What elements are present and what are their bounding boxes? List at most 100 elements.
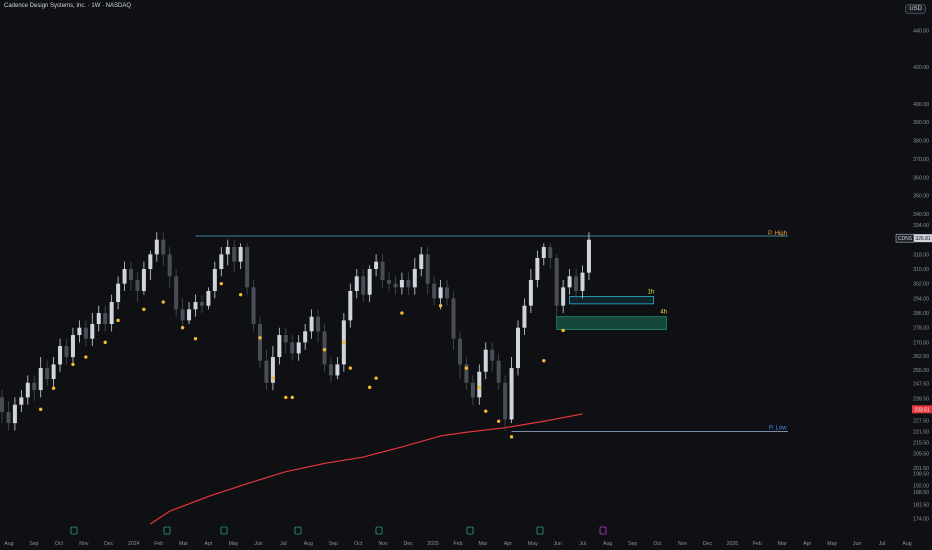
swing-low-marker (374, 376, 378, 380)
candle-body (567, 276, 572, 288)
price-tick-label: 420.00 (913, 65, 929, 71)
price-tag-value: 326.81 (915, 236, 931, 242)
time-tick-label: Aug (603, 541, 612, 547)
swing-low-marker (116, 318, 120, 323)
candle-body (490, 349, 495, 361)
price-tick-label: 318.00 (913, 252, 929, 258)
candle-body (103, 313, 108, 325)
swing-low-marker (71, 362, 75, 367)
chart-background (0, 0, 932, 550)
swing-low-marker (84, 355, 88, 359)
swing-low-marker (161, 300, 165, 304)
fvg-zone-label-4h: 4h (660, 310, 667, 316)
candle-body (322, 331, 327, 365)
candle-body (193, 302, 198, 310)
candle-body (393, 283, 398, 288)
time-tick-label: Feb (454, 541, 463, 547)
candle-body (290, 342, 295, 354)
price-tick-label: 255.00 (913, 368, 929, 374)
candle-body (199, 302, 204, 306)
swing-low-marker (271, 376, 275, 380)
time-tick-label: Jul (579, 541, 586, 547)
time-tick-label: Sep (329, 541, 338, 547)
swing-low-marker (180, 326, 185, 330)
time-tick-label: Jun (254, 541, 262, 547)
time-tick-label: 2026 (727, 541, 739, 547)
swing-low-marker (342, 340, 346, 345)
time-tick-label: Jul (280, 541, 287, 547)
candle-body (554, 257, 559, 306)
fvg-zone-4h (556, 316, 667, 330)
time-tick-label: Feb (753, 541, 762, 547)
price-tick-label: 227.50 (913, 418, 929, 424)
price-tick-label: 350.00 (913, 194, 929, 200)
candle-body (38, 368, 43, 391)
candle-body (528, 280, 533, 306)
candle-body (232, 246, 237, 262)
time-tick-label: Apr (504, 541, 512, 547)
candle-body (309, 316, 314, 332)
time-tick-label: 2025 (427, 541, 439, 547)
time-tick-label: Feb (154, 541, 163, 547)
swing-low-marker (348, 366, 352, 370)
candle-body (296, 342, 301, 354)
candle-body (238, 246, 243, 262)
candle-body (451, 298, 456, 339)
candle-body (77, 327, 82, 336)
candle-body (0, 397, 4, 413)
candle-body (445, 287, 450, 299)
candle-body (483, 349, 488, 372)
candle-body (432, 283, 437, 299)
candle-body (586, 239, 591, 273)
candle-body (116, 283, 121, 303)
candle-body (32, 382, 37, 391)
price-tag-symbol: CDNS (898, 236, 913, 242)
swing-low-marker (219, 281, 223, 286)
swing-low-marker (464, 366, 469, 370)
price-chart[interactable]: P. High P. Low 1h 4h 174.00 181.50 188.50192… (0, 0, 932, 550)
candle-body (70, 335, 75, 358)
price-tick-label: 270.00 (913, 340, 929, 346)
price-tick-label: 198.50 (913, 472, 929, 478)
candle-body (64, 346, 69, 358)
price-tick-label: 201.50 (913, 466, 929, 472)
candle-body (6, 412, 11, 424)
time-tick-label: Apr (205, 541, 213, 547)
swing-low-marker (561, 328, 565, 333)
swing-low-marker (290, 395, 294, 400)
candle-body (574, 276, 579, 292)
candle-body (548, 246, 553, 258)
candle-body (25, 382, 30, 398)
time-tick-label: 2024 (128, 541, 140, 547)
candle-body (561, 287, 566, 306)
candle-body (129, 269, 133, 281)
swing-low-marker (367, 385, 372, 390)
time-tick-label: Oct (354, 541, 363, 547)
time-tick-label: Nov (79, 541, 89, 547)
time-tick-label: Mar (778, 541, 787, 547)
candle-body (470, 382, 475, 398)
swing-low-marker (542, 359, 546, 363)
candle-body (90, 324, 95, 339)
candle-body (516, 327, 520, 369)
swing-low-marker (142, 307, 146, 312)
price-tick-label: 278.00 (913, 326, 929, 332)
candle-body (167, 254, 172, 277)
currency-button[interactable]: USD (905, 4, 926, 14)
price-tick-label: 247.50 (913, 382, 929, 388)
price-tick-label: 294.00 (913, 296, 929, 302)
candle-body (219, 254, 224, 269)
candle-body (122, 269, 127, 284)
candle-body (96, 313, 101, 325)
price-tick-label: 360.00 (913, 175, 929, 181)
swing-low-marker (322, 348, 327, 352)
candle-body (51, 364, 56, 380)
price-tick-label: 400.00 (913, 102, 929, 108)
time-tick-label: Aug (304, 541, 313, 547)
price-tick-label: 334.00 (913, 223, 929, 229)
candle-body (354, 276, 359, 292)
price-tick-label: 370.00 (913, 157, 929, 163)
price-axis[interactable]: 174.00 181.50 188.50192.00 198.50201.50 209.… (900, 0, 932, 550)
candle-body (277, 335, 282, 358)
swing-low-marker (484, 409, 488, 413)
